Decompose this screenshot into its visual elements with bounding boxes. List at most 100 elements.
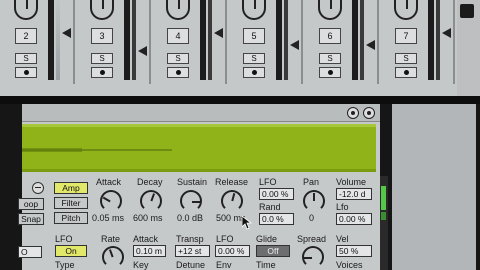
- detune-label: Detune: [176, 260, 206, 270]
- empty-device-area: [392, 104, 476, 270]
- mixer-section: 2 S 3 S 4 S 5 S 6 S 7 S: [0, 0, 480, 96]
- mixer-strip: 2 S: [0, 0, 75, 84]
- fader-arrow-icon[interactable]: [214, 28, 223, 38]
- arm-button[interactable]: [167, 67, 189, 78]
- lfo-attack-label: Attack: [133, 234, 159, 244]
- pan-knob[interactable]: [394, 0, 418, 20]
- track-activator-button[interactable]: 3: [91, 28, 113, 44]
- spread-knob[interactable]: [302, 246, 324, 268]
- pan-knob[interactable]: [303, 190, 325, 212]
- volume-fader[interactable]: [428, 0, 434, 80]
- arm-button[interactable]: [395, 67, 417, 78]
- pan-knob[interactable]: [166, 0, 190, 20]
- mixer-right-panel: [457, 0, 480, 96]
- mixer-strip: 7 S: [380, 0, 455, 84]
- vel-value[interactable]: 50 %: [336, 245, 372, 257]
- solo-button[interactable]: S: [91, 53, 113, 64]
- panel-divider[interactable]: [0, 96, 480, 104]
- glide-mode-button[interactable]: Off: [256, 245, 290, 257]
- save-preset-icon[interactable]: [363, 107, 375, 119]
- record-dot-icon: [328, 70, 333, 75]
- volume-fader[interactable]: [48, 0, 54, 80]
- track-activator-button[interactable]: 7: [395, 28, 417, 44]
- solo-button[interactable]: S: [15, 53, 37, 64]
- level-meter: [56, 0, 60, 80]
- volume-lfo-label: Lfo: [336, 202, 349, 212]
- lfo-attack-value[interactable]: 0.10 m: [133, 245, 166, 257]
- pan-knob[interactable]: [318, 0, 342, 20]
- solo-button[interactable]: S: [243, 53, 265, 64]
- pan-value[interactable]: 0: [309, 213, 314, 223]
- sustain-value[interactable]: 0.0 dB: [177, 213, 203, 223]
- snap-button[interactable]: Snap: [18, 213, 44, 225]
- transp-value[interactable]: +12 st: [175, 245, 210, 257]
- pitch-lfo-value[interactable]: 0.00 %: [215, 245, 250, 257]
- lfo-amount-value[interactable]: 0.00 %: [259, 188, 294, 200]
- right-panel: [380, 104, 480, 270]
- hot-swap-icon[interactable]: [347, 107, 359, 119]
- lfo-type-label: Type: [55, 260, 75, 270]
- arm-button[interactable]: [15, 67, 37, 78]
- pan-knob[interactable]: [242, 0, 266, 20]
- voices-label: Voices: [336, 260, 363, 270]
- record-dot-icon: [100, 70, 105, 75]
- volume-value[interactable]: -12.0 d: [336, 188, 372, 200]
- level-meter: [208, 0, 212, 80]
- pan-knob[interactable]: [14, 0, 38, 20]
- glide-label: Glide: [256, 234, 278, 244]
- track-activator-button[interactable]: 4: [167, 28, 189, 44]
- track-activator-button[interactable]: 2: [15, 28, 37, 44]
- rand-label: Rand: [259, 202, 281, 212]
- env-label: Env: [216, 260, 232, 270]
- arm-button[interactable]: [91, 67, 113, 78]
- simpler-device: oop Snap O Amp Filter Pitch Attack 0.05 …: [18, 104, 380, 270]
- filter-button[interactable]: Filter: [54, 197, 88, 209]
- volume-fader[interactable]: [276, 0, 282, 80]
- lfo-amount-label: LFO: [259, 177, 277, 187]
- o-value-box[interactable]: O: [18, 246, 42, 258]
- mouse-cursor-icon: [242, 216, 252, 230]
- fader-arrow-icon[interactable]: [138, 46, 147, 56]
- pitch-button[interactable]: Pitch: [54, 212, 88, 224]
- attack-value[interactable]: 0.05 ms: [92, 213, 124, 223]
- scroll-handle[interactable]: [460, 4, 474, 18]
- glide-time-label: Time: [256, 260, 276, 270]
- sample-waveform-display[interactable]: [22, 124, 376, 172]
- arm-button[interactable]: [243, 67, 265, 78]
- rand-value[interactable]: 0.0 %: [259, 213, 294, 225]
- decay-knob[interactable]: [140, 190, 162, 212]
- rate-knob[interactable]: [102, 246, 124, 268]
- solo-button[interactable]: S: [319, 53, 341, 64]
- attack-knob[interactable]: [100, 190, 122, 212]
- volume-lfo-value[interactable]: 0.00 %: [336, 213, 372, 225]
- fader-arrow-icon[interactable]: [62, 28, 71, 38]
- arm-button[interactable]: [319, 67, 341, 78]
- decay-value[interactable]: 600 ms: [133, 213, 163, 223]
- fader-arrow-icon[interactable]: [366, 40, 375, 50]
- release-label: Release: [215, 177, 249, 187]
- record-dot-icon: [252, 70, 257, 75]
- sustain-knob[interactable]: [180, 190, 202, 212]
- attack-label: Attack: [96, 177, 122, 187]
- meter-level: [381, 186, 386, 210]
- track-activator-button[interactable]: 6: [319, 28, 341, 44]
- fader-arrow-icon[interactable]: [442, 28, 451, 38]
- decay-label: Decay: [137, 177, 163, 187]
- lfo-on-button[interactable]: On: [55, 245, 87, 257]
- volume-fader[interactable]: [124, 0, 130, 80]
- solo-button[interactable]: S: [167, 53, 189, 64]
- loop-button[interactable]: oop: [18, 198, 44, 210]
- amp-button[interactable]: Amp: [54, 182, 88, 194]
- pan-knob[interactable]: [90, 0, 114, 20]
- volume-fader[interactable]: [352, 0, 358, 80]
- level-meter: [284, 0, 288, 80]
- solo-button[interactable]: S: [395, 53, 417, 64]
- meter-level-low: [381, 212, 386, 220]
- track-activator-button[interactable]: 5: [243, 28, 265, 44]
- collapse-icon[interactable]: [32, 182, 44, 194]
- fader-arrow-icon[interactable]: [290, 40, 299, 50]
- mixer-strip: 6 S: [304, 0, 379, 84]
- volume-fader[interactable]: [200, 0, 206, 80]
- release-knob[interactable]: [221, 190, 243, 212]
- key-label: Key: [133, 260, 149, 270]
